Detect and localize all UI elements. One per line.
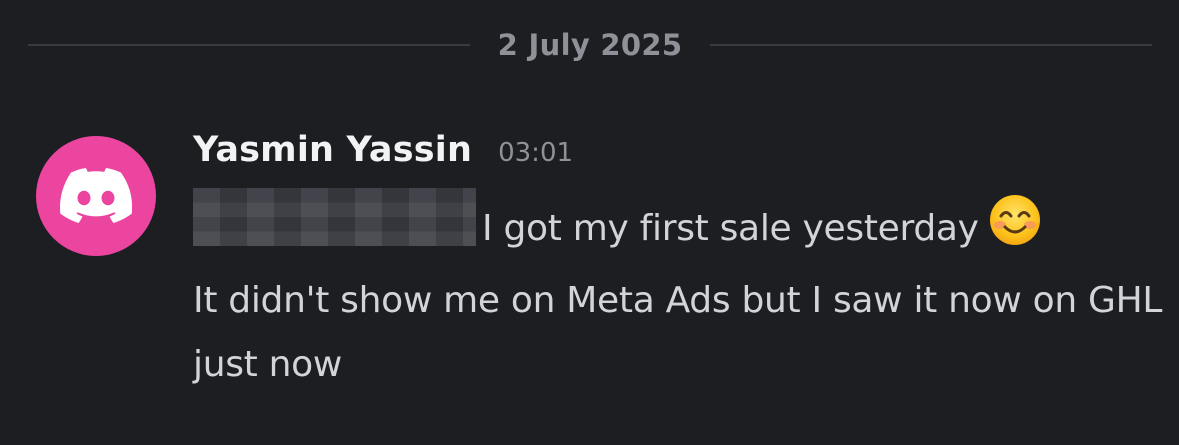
divider-line-right — [710, 44, 1153, 46]
discord-logo-icon — [60, 168, 132, 223]
divider-line-left — [28, 44, 470, 46]
message-line-1: I got my first sale yesterday — [482, 208, 979, 249]
chat-view: 2 July 2025 Yasmin Yassin 03:01 I got my… — [0, 0, 1179, 445]
message-timestamp[interactable]: 03:01 — [498, 138, 573, 168]
date-divider-label: 2 July 2025 — [497, 28, 683, 62]
message-header: Yasmin Yassin 03:01 — [193, 130, 573, 170]
message-content: I got my first sale yesterday It didn't … — [193, 188, 1163, 397]
smiling-face-emoji-icon — [987, 192, 1043, 269]
date-divider: 2 July 2025 — [28, 22, 1153, 68]
message-line-2: It didn't show me on Meta Ads but I saw … — [193, 280, 1163, 385]
redacted-mention — [193, 188, 476, 246]
author-name[interactable]: Yasmin Yassin — [193, 130, 472, 170]
avatar[interactable] — [36, 136, 156, 256]
